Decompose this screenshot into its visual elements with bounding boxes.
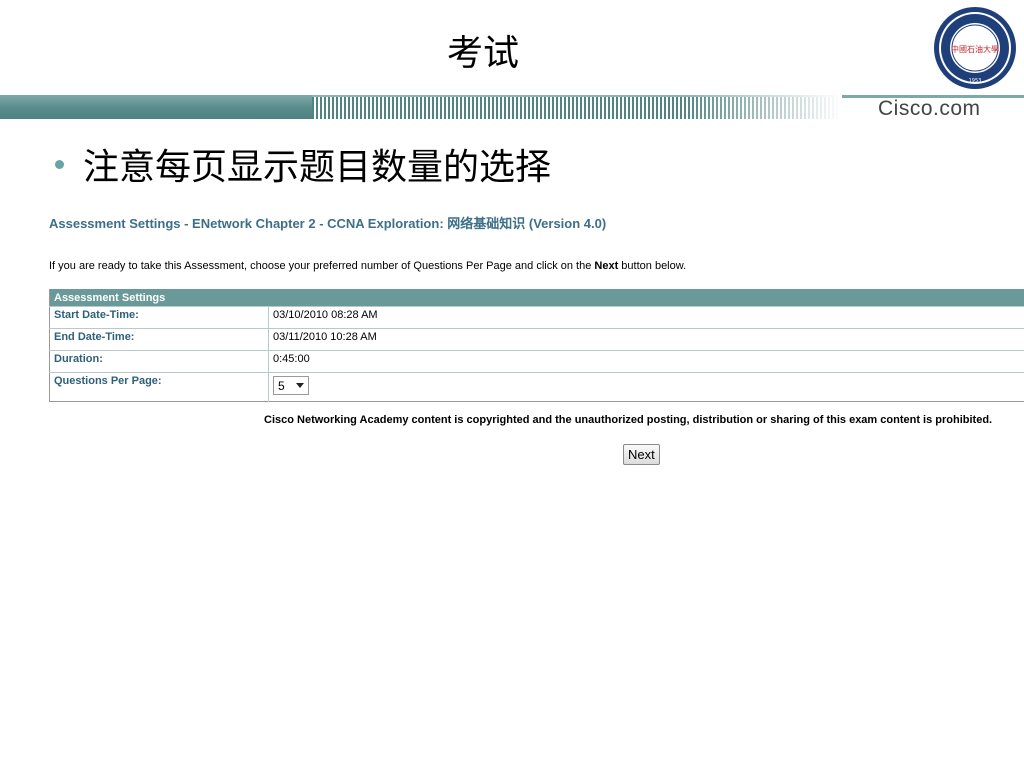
instruction-after: button below. [618, 260, 687, 272]
table-row: Start Date-Time: 03/10/2010 08:28 AM [49, 306, 1024, 329]
header-banner: Cisco.com [0, 95, 1024, 120]
end-datetime-value: 03/11/2010 10:28 AM [268, 328, 1024, 351]
assessment-title: Assessment Settings - ENetwork Chapter 2… [49, 216, 607, 231]
table-header: Assessment Settings [49, 289, 1024, 307]
slide-title: 考试 [446, 33, 519, 74]
svg-text:1953: 1953 [969, 78, 982, 84]
assessment-settings-table: Assessment Settings Start Date-Time: 03/… [49, 289, 1024, 402]
questions-per-page-cell: 5 [268, 372, 1024, 402]
duration-value: 0:45:00 [268, 350, 1024, 373]
questions-per-page-select[interactable]: 5 [273, 376, 309, 395]
table-row: Duration: 0:45:00 [49, 350, 1024, 373]
bullet-text: 注意每页显示题目数量的选择 [83, 147, 552, 188]
questions-per-page-label: Questions Per Page: [49, 372, 269, 402]
svg-text:中國石油大學: 中國石油大學 [951, 44, 999, 54]
table-row: Questions Per Page: 5 [49, 372, 1024, 402]
table-row: End Date-Time: 03/11/2010 10:28 AM [49, 328, 1024, 351]
next-button[interactable]: Next [623, 444, 660, 465]
chevron-down-icon [296, 383, 304, 388]
start-datetime-value: 03/10/2010 08:28 AM [268, 306, 1024, 329]
copyright-notice: Cisco Networking Academy content is copy… [264, 414, 993, 426]
duration-label: Duration: [49, 350, 269, 373]
questions-per-page-value: 5 [278, 378, 285, 393]
banner-teal-bar [0, 95, 330, 119]
cisco-brand: Cisco.com [878, 97, 981, 120]
bullet-item: 注意每页显示题目数量的选择 [55, 138, 551, 190]
banner-stripes [312, 95, 842, 119]
bullet-dot-icon [55, 159, 64, 169]
instruction-text: If you are ready to take this Assessment… [49, 260, 686, 272]
start-datetime-label: Start Date-Time: [49, 306, 269, 329]
end-datetime-label: End Date-Time: [49, 328, 269, 351]
instruction-before: If you are ready to take this Assessment… [49, 260, 595, 272]
university-logo: 中國石油大學 1953 [934, 7, 1016, 89]
instruction-next-word: Next [594, 260, 619, 272]
